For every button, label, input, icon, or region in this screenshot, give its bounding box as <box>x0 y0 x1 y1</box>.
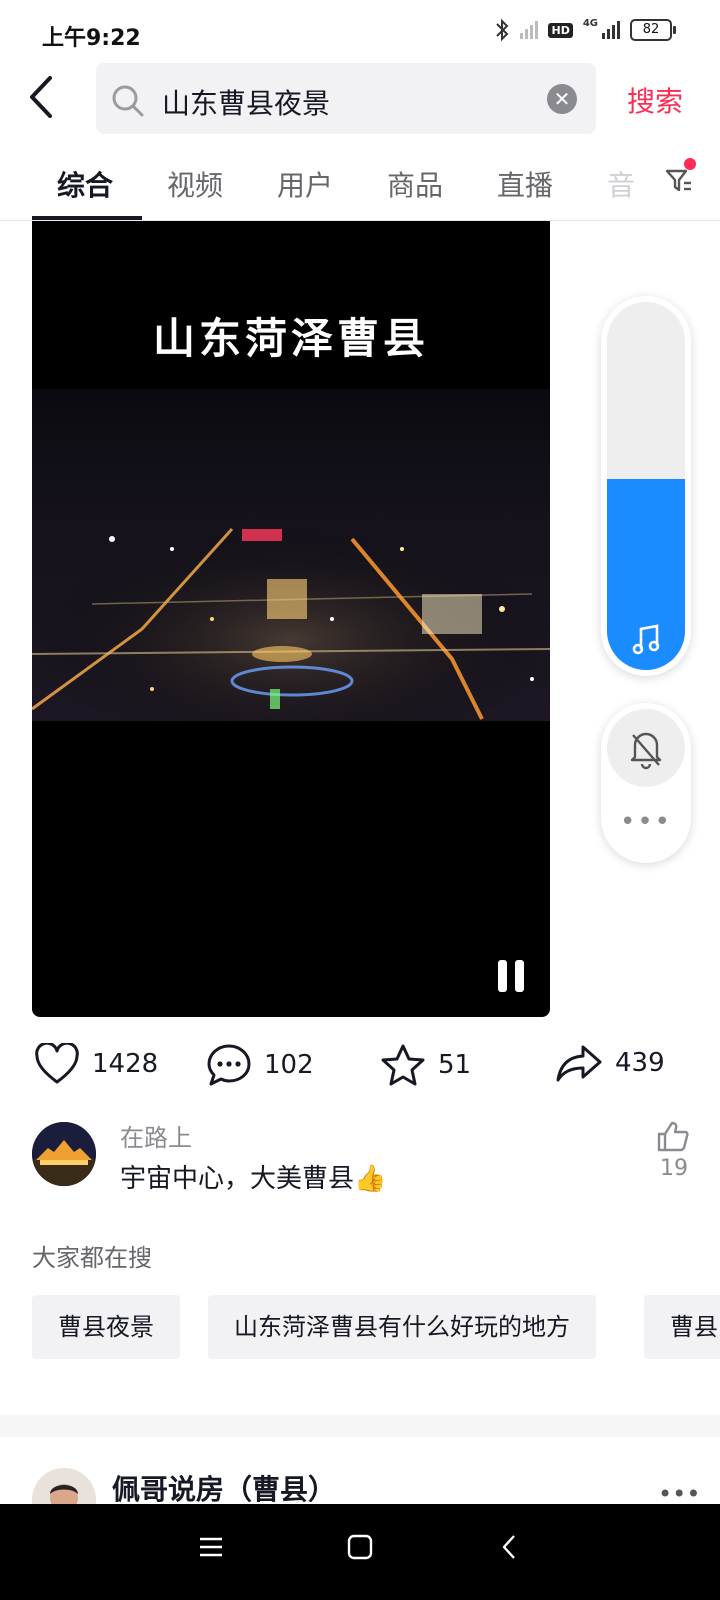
share-arrow-icon <box>556 1045 602 1082</box>
status-icons: HD 4G 82 <box>494 18 676 42</box>
back-button[interactable] <box>26 74 70 124</box>
search-box[interactable]: 山东曹县夜景 ✕ <box>96 63 596 134</box>
video-player[interactable]: 山东菏泽曹县 <box>32 221 550 1017</box>
tab-products[interactable]: 商品 <box>387 164 443 204</box>
related-search-chip[interactable]: 山东菏泽曹县有什么好玩的地方 <box>208 1295 596 1359</box>
cell-signal-icon <box>602 21 620 39</box>
pause-icon[interactable] <box>496 959 526 993</box>
heart-icon <box>35 1043 79 1084</box>
wifi-signal-icon <box>520 21 539 39</box>
video-overlay-title: 山东菏泽曹县 <box>152 314 429 363</box>
tab-video[interactable]: 视频 <box>167 164 223 204</box>
volume-slider[interactable] <box>601 296 691 676</box>
clear-icon[interactable]: ✕ <box>547 84 577 114</box>
comment-like-count: 19 <box>660 1156 688 1181</box>
more-icon[interactable]: ••• <box>601 807 691 837</box>
section-divider <box>0 1415 720 1437</box>
share-count: 439 <box>615 1048 665 1078</box>
battery-icon: 82 <box>630 19 676 41</box>
tab-music[interactable]: 音 <box>607 164 635 204</box>
search-button[interactable]: 搜索 <box>627 80 683 120</box>
tab-users[interactable]: 用户 <box>277 164 333 204</box>
favorite-button[interactable]: 51 <box>380 1043 471 1087</box>
like-count: 1428 <box>92 1049 159 1079</box>
search-icon <box>112 85 144 117</box>
tab-bar: 综合 视频 用户 商品 直播 音 <box>0 150 720 221</box>
commenter-name[interactable]: 在路上 <box>120 1118 192 1153</box>
comment-count: 102 <box>264 1050 314 1080</box>
video-frame-image <box>32 389 550 721</box>
side-controls: ••• <box>601 703 691 863</box>
mute-button[interactable] <box>607 709 685 787</box>
nav-back-icon[interactable] <box>500 1534 518 1560</box>
author-name[interactable]: 佩哥说房（曹县） <box>112 1468 336 1508</box>
commenter-avatar[interactable] <box>32 1122 96 1186</box>
bell-mute-icon <box>630 732 662 770</box>
tab-indicator <box>32 216 142 220</box>
star-icon <box>381 1044 425 1086</box>
tab-general[interactable]: 综合 <box>57 164 113 204</box>
like-button[interactable]: 1428 <box>34 1043 158 1085</box>
avatar-image <box>32 1122 96 1186</box>
thumbs-up-icon[interactable] <box>656 1120 690 1152</box>
related-searches-title: 大家都在搜 <box>32 1244 152 1272</box>
related-search-chip[interactable]: 曹县 <box>644 1295 720 1359</box>
status-time: 上午9:22 <box>42 26 141 51</box>
system-nav-bar <box>0 1504 720 1600</box>
home-icon[interactable] <box>347 1534 373 1560</box>
volume-track[interactable] <box>607 302 685 670</box>
status-bar: 上午9:22 HD 4G 82 <box>0 0 720 60</box>
menu-icon[interactable] <box>198 1534 224 1560</box>
back-arrow-icon <box>30 76 52 118</box>
comment-icon <box>207 1044 251 1086</box>
share-button[interactable]: 439 <box>555 1043 665 1083</box>
comment-button[interactable]: 102 <box>206 1043 314 1087</box>
network-label: 4G <box>582 18 598 29</box>
music-note-icon <box>632 624 660 655</box>
filter-icon[interactable] <box>664 166 694 196</box>
comment-text: 宇宙中心，大美曹县👍 <box>120 1164 387 1194</box>
search-input[interactable]: 山东曹县夜景 <box>162 82 330 122</box>
notification-dot <box>684 158 696 170</box>
hd-icon: HD <box>548 22 573 38</box>
related-search-chip[interactable]: 曹县夜景 <box>32 1295 180 1359</box>
favorite-count: 51 <box>438 1050 472 1080</box>
bluetooth-icon <box>496 18 509 42</box>
tab-live[interactable]: 直播 <box>497 164 553 204</box>
